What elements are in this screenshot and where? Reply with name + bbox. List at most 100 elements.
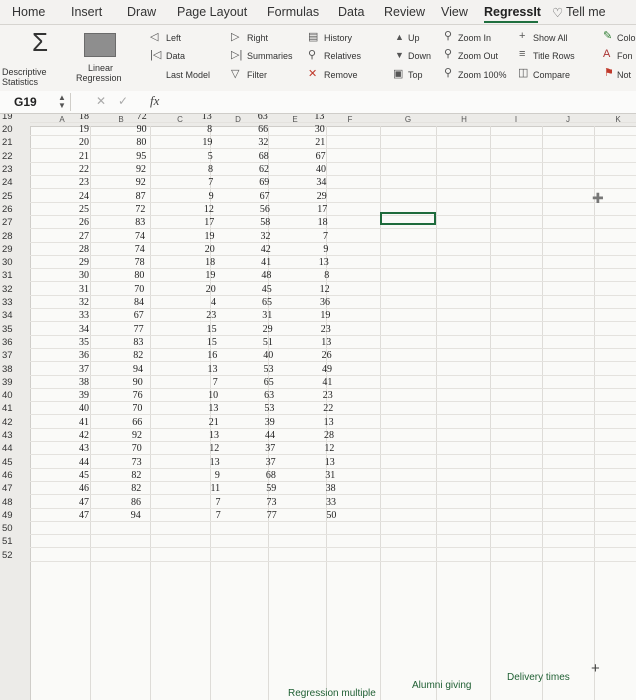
- tab-page-layout[interactable]: Page Layout: [177, 5, 247, 19]
- cell-a[interactable]: 34: [65, 324, 89, 335]
- zoom-100-button[interactable]: Zoom 100%: [458, 70, 507, 80]
- cell-d[interactable]: 37: [251, 443, 275, 454]
- cell-e[interactable]: 21: [301, 137, 325, 148]
- cell-d[interactable]: 53: [250, 403, 274, 414]
- cell-c[interactable]: 13: [188, 114, 212, 122]
- cell-c[interactable]: 5: [189, 151, 213, 162]
- sheet-tab-alumni-giving[interactable]: Alumni giving: [412, 680, 471, 691]
- row-number[interactable]: 30: [2, 257, 28, 268]
- cell-e[interactable]: 12: [306, 284, 330, 295]
- cell-b[interactable]: 94: [117, 510, 141, 521]
- cell-e[interactable]: 13: [310, 417, 334, 428]
- cell-e[interactable]: 13: [300, 114, 324, 122]
- row-number[interactable]: 22: [2, 151, 28, 162]
- tab-draw[interactable]: Draw: [127, 5, 156, 19]
- row-number[interactable]: 46: [2, 470, 28, 481]
- cell-d[interactable]: 67: [246, 191, 270, 202]
- cell-a[interactable]: 19: [65, 124, 89, 135]
- cell-c[interactable]: 15: [193, 324, 217, 335]
- cell-c[interactable]: 7: [197, 497, 221, 508]
- cell-c[interactable]: 12: [195, 443, 219, 454]
- title-rows-button[interactable]: Title Rows: [533, 51, 575, 61]
- note-button[interactable]: Not: [617, 70, 631, 80]
- row-number[interactable]: 24: [2, 177, 28, 188]
- cell-c[interactable]: 13: [196, 457, 220, 468]
- cell-d[interactable]: 40: [249, 350, 273, 361]
- row-number[interactable]: 33: [2, 297, 28, 308]
- cell-a[interactable]: 29: [65, 257, 89, 268]
- filter-button[interactable]: Filter: [247, 70, 267, 80]
- row-number[interactable]: 49: [2, 510, 28, 521]
- linear-regression-button[interactable]: Linear Regression: [76, 29, 130, 87]
- row-number[interactable]: 45: [2, 457, 28, 468]
- cell-c[interactable]: 21: [195, 417, 219, 428]
- cell-d[interactable]: 66: [244, 124, 268, 135]
- cell-b[interactable]: 70: [120, 284, 144, 295]
- cell-e[interactable]: 49: [308, 364, 332, 375]
- cell-e[interactable]: 31: [311, 470, 335, 481]
- worksheet-grid[interactable]: A B C D E F G H I J K 131284765371413911…: [0, 114, 636, 700]
- cell-d[interactable]: 42: [247, 244, 271, 255]
- cell-a[interactable]: 30: [65, 270, 89, 281]
- remove-button[interactable]: Remove: [324, 70, 358, 80]
- sheet-tab-delivery-times[interactable]: Delivery times: [507, 672, 570, 683]
- cell-b[interactable]: 72: [121, 204, 145, 215]
- cell-c[interactable]: 13: [194, 403, 218, 414]
- cell-a[interactable]: 21: [65, 151, 89, 162]
- cell-e[interactable]: 13: [305, 257, 329, 268]
- cell-c[interactable]: 20: [192, 284, 216, 295]
- cell-e[interactable]: 67: [302, 151, 326, 162]
- top-button[interactable]: Top: [408, 70, 423, 80]
- cell-e[interactable]: 13: [307, 337, 331, 348]
- cell-b[interactable]: 82: [117, 483, 141, 494]
- cell-a[interactable]: 36: [65, 350, 89, 361]
- row-number[interactable]: 51: [2, 536, 28, 547]
- cell-b[interactable]: 77: [120, 324, 144, 335]
- cell-e[interactable]: 9: [304, 244, 328, 255]
- relatives-button[interactable]: Relatives: [324, 51, 361, 61]
- cell-c[interactable]: 4: [192, 297, 216, 308]
- cell-e[interactable]: 50: [312, 510, 336, 521]
- formula-input[interactable]: [175, 95, 625, 109]
- cell-c[interactable]: 20: [191, 244, 215, 255]
- cell-e[interactable]: 13: [311, 457, 335, 468]
- row-number[interactable]: 52: [2, 550, 28, 561]
- cell-d[interactable]: 63: [244, 114, 268, 122]
- down-button[interactable]: Down: [408, 51, 431, 61]
- cell-e[interactable]: 17: [303, 204, 327, 215]
- sheet-tab-regression-multiple[interactable]: Regression multiple: [288, 688, 376, 699]
- cell-d[interactable]: 59: [252, 483, 276, 494]
- cell-c[interactable]: 8: [188, 124, 212, 135]
- cell-c[interactable]: 13: [194, 364, 218, 375]
- cell-a[interactable]: 35: [65, 337, 89, 348]
- cell-e[interactable]: 23: [307, 324, 331, 335]
- cell-b[interactable]: 78: [121, 257, 145, 268]
- cell-a[interactable]: 22: [65, 164, 89, 175]
- row-number[interactable]: 26: [2, 204, 28, 215]
- cell-a[interactable]: 27: [65, 231, 89, 242]
- row-number[interactable]: 23: [2, 164, 28, 175]
- last-model-button[interactable]: Last Model: [166, 70, 210, 80]
- cell-a[interactable]: 18: [65, 114, 89, 122]
- cell-c[interactable]: 9: [196, 470, 220, 481]
- row-number[interactable]: 40: [2, 390, 28, 401]
- cell-a[interactable]: 38: [65, 377, 89, 388]
- cell-d[interactable]: 65: [248, 297, 272, 308]
- row-number[interactable]: 36: [2, 337, 28, 348]
- cancel-icon[interactable]: ✕: [96, 94, 106, 108]
- cell-d[interactable]: 63: [250, 390, 274, 401]
- cell-a[interactable]: 45: [65, 470, 89, 481]
- cell-d[interactable]: 73: [253, 497, 277, 508]
- cell-b[interactable]: 87: [122, 191, 146, 202]
- cell-d[interactable]: 48: [247, 270, 271, 281]
- cell-c[interactable]: 12: [190, 204, 214, 215]
- descriptive-statistics-button[interactable]: Σ Descriptive Statistics: [2, 27, 72, 87]
- cell-b[interactable]: 80: [122, 137, 146, 148]
- cell-b[interactable]: 82: [117, 470, 141, 481]
- cell-b[interactable]: 74: [121, 231, 145, 242]
- cell-a[interactable]: 39: [65, 390, 89, 401]
- cell-ref-dropdown-icon[interactable]: ▲ ▼: [58, 94, 66, 110]
- cell-b[interactable]: 70: [118, 403, 142, 414]
- cell-c[interactable]: 18: [191, 257, 215, 268]
- row-number[interactable]: 25: [2, 191, 28, 202]
